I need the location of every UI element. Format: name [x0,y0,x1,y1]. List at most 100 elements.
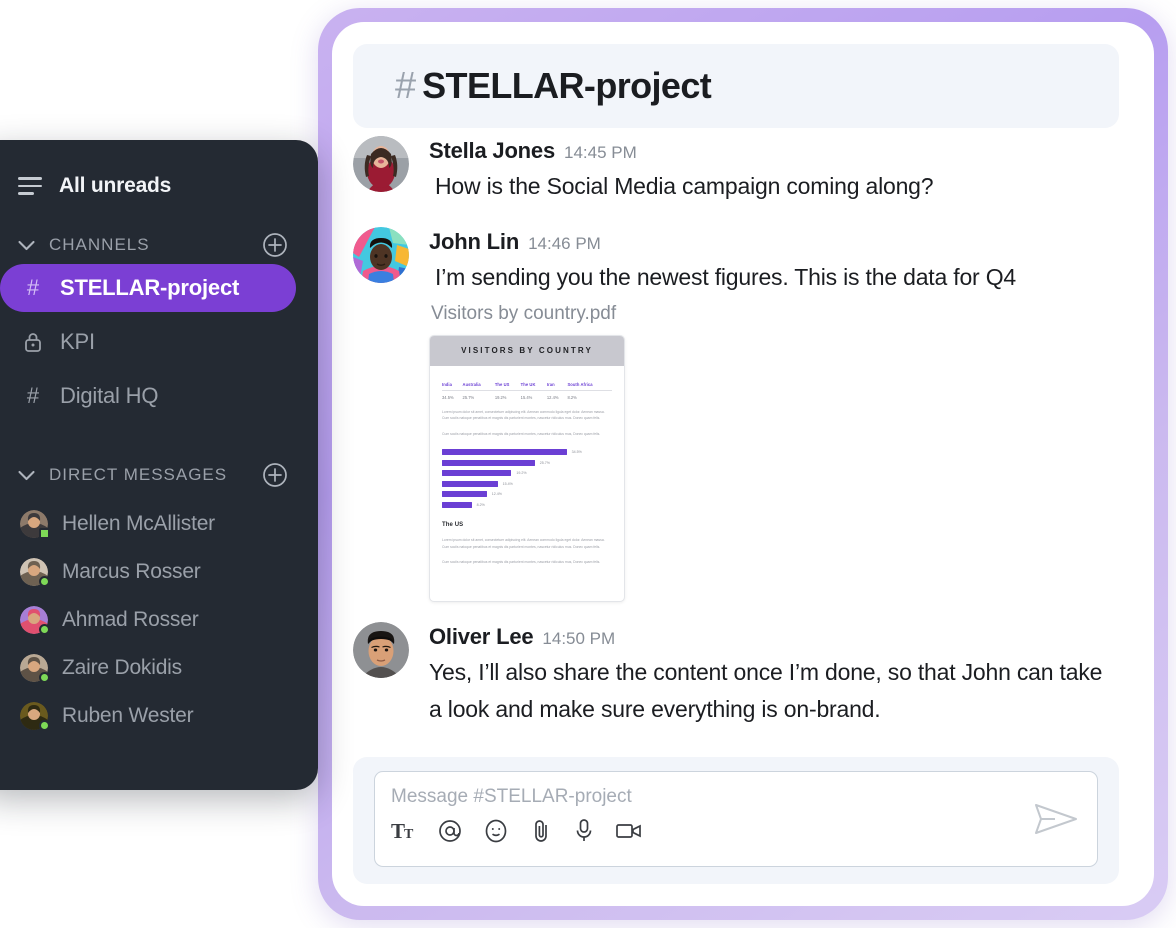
sidebar-section-label: CHANNELS [49,235,150,254]
table-column-header: Australia [462,381,481,387]
message-text: Yes, I’ll also share the content once I’… [429,658,1103,722]
sidebar-dm-label: Marcus Rosser [62,559,201,583]
sidebar-dm-item[interactable]: Marcus Rosser [0,548,296,595]
table-column-header: The UK [520,381,536,387]
sidebar-dm-item[interactable]: Zaire Dokidis [0,644,296,691]
sidebar-dm-label: Zaire Dokidis [62,655,182,679]
emoji-icon[interactable] [484,819,508,843]
avatar [20,605,50,635]
avatar[interactable] [353,621,409,678]
pdf-paragraph: Lorem ipsum dolor sit amet, consectetuer… [442,409,605,421]
table-row: 34.5% 25.7% 19.2% 15.4% 12.4% 8.2% [442,389,612,400]
status-badge [39,575,50,587]
sidebar-dm-label: Ruben Wester [62,703,194,727]
status-badge [39,719,50,731]
add-direct-message-button[interactable] [262,462,288,488]
bar-value-label: 19.2% [516,471,527,476]
sidebar-item-all-unreads[interactable]: All unreads [0,174,296,198]
pdf-preview-title: VISITORS BY COUNTRY [461,346,593,355]
direct-message-list: Hellen McAllister Marcus Rosser Ahmad Ross… [0,500,296,739]
sidebar-item-label: STELLAR-project [60,275,240,300]
text-format-icon[interactable]: TT [391,820,416,842]
sidebar-item-stellar-project[interactable]: # STELLAR-project [0,264,296,312]
avatar[interactable] [353,136,409,192]
table-column-header: The US [494,381,510,387]
bar [442,470,512,477]
table-header-row: India Australia The US The UK Iran South Afri… [442,382,612,391]
sidebar-item-label: Digital HQ [60,383,159,408]
sidebar-item-digital-hq[interactable]: # Digital HQ [0,372,296,420]
message-text: How is the Social Media campaign coming … [435,173,934,199]
table-column-header: South Africa [567,381,593,387]
avatar [20,557,50,587]
avatar [20,701,50,731]
sidebar-section-channels[interactable]: CHANNELS [0,232,296,258]
bar-value-label: 25.7% [539,460,550,465]
svg-text:T: T [391,820,405,842]
bar [442,501,472,508]
hash-icon: # [26,275,40,300]
sidebar-item-label: All unreads [59,174,172,197]
table-cell: 12.4% [546,389,568,400]
attachment-icon[interactable] [530,818,552,844]
bar-value-label: 34.5% [571,450,582,455]
page-title: STELLAR-project [422,65,712,106]
message-input-box[interactable]: Message #STELLAR-project TT [374,771,1098,867]
message-meta: Oliver Lee 14:50 PM [429,624,1119,650]
attachment-filename[interactable]: Visitors by country.pdf [429,303,1119,325]
message-timestamp: 14:46 PM [528,234,601,254]
sidebar-section-direct-messages[interactable]: DIRECT MESSAGES [0,462,296,488]
message-item: John Lin 14:46 PM I’m sending you the ne… [353,227,1119,602]
bar-row: 15.4% [442,480,612,487]
send-icon[interactable] [1033,802,1079,841]
avatar[interactable] [353,227,409,284]
app-screenshot: # STELLAR-project Stella Jones 14:45 PM … [0,0,1176,928]
hash-icon: # [395,65,416,107]
message-text: I’m sending you the newest figures. This… [435,264,1016,291]
bar [442,480,498,487]
avatar [20,509,50,539]
message-author: Oliver Lee [429,623,534,649]
sidebar-dm-item[interactable]: Hellen McAllister [0,500,296,547]
sidebar-item-kpi[interactable]: KPI [0,318,296,366]
avatar [20,653,50,683]
pdf-paragraph: Lorem ipsum dolor sit amet, consectetuer… [442,537,605,549]
sidebar-dm-item[interactable]: Ruben Wester [0,692,296,739]
table-cell: 8.2% [567,389,612,400]
message-input-placeholder: Message #STELLAR-project [391,786,632,807]
hash-icon: # [26,383,40,408]
bar-row: 19.2% [442,470,612,477]
bar-row: 25.7% [442,459,612,466]
bar-row: 8.2% [442,501,612,508]
message-meta: Stella Jones 14:45 PM [429,138,1119,164]
message-meta: John Lin 14:46 PM [429,229,1119,255]
video-icon[interactable] [616,821,642,841]
pdf-paragraph: Cum sociis natoque penatibus et magnis d… [442,560,601,565]
pdf-paragraph: Cum sociis natoque penatibus et magnis d… [442,431,601,436]
message-author: Stella Jones [429,138,555,163]
table-column-header: Iran [546,381,555,387]
bar [442,491,487,498]
bar-value-label: 8.2% [476,502,485,507]
add-channel-button[interactable] [262,232,288,258]
sidebar-dm-label: Ahmad Rosser [62,607,199,631]
table-column-header: India [442,381,452,387]
status-badge [39,527,50,539]
hamburger-icon [18,177,42,195]
attachment-preview[interactable]: VISITORS BY COUNTRY India Australia The US… [429,334,625,602]
lock-icon [20,331,46,353]
mention-icon[interactable] [438,819,462,843]
microphone-icon[interactable] [574,818,594,844]
channel-header: # STELLAR-project [353,44,1119,128]
status-badge [39,623,50,635]
message-item: Stella Jones 14:45 PM How is the Social … [353,136,1119,205]
bar-row: 12.4% [442,491,612,498]
sidebar-section-label: DIRECT MESSAGES [49,465,228,484]
chevron-down-icon [18,240,35,251]
visitors-bar-chart: 34.5% 25.7% 19.2% 15.4% 12.4% 8.2% [442,449,612,508]
table-cell: 25.7% [462,389,495,400]
sidebar-dm-item[interactable]: Ahmad Rosser [0,596,296,643]
message-author: John Lin [429,229,520,255]
sidebar-dm-label: Hellen McAllister [62,511,215,535]
sidebar: All unreads CHANNELS # STELLAR-project K… [0,140,318,790]
